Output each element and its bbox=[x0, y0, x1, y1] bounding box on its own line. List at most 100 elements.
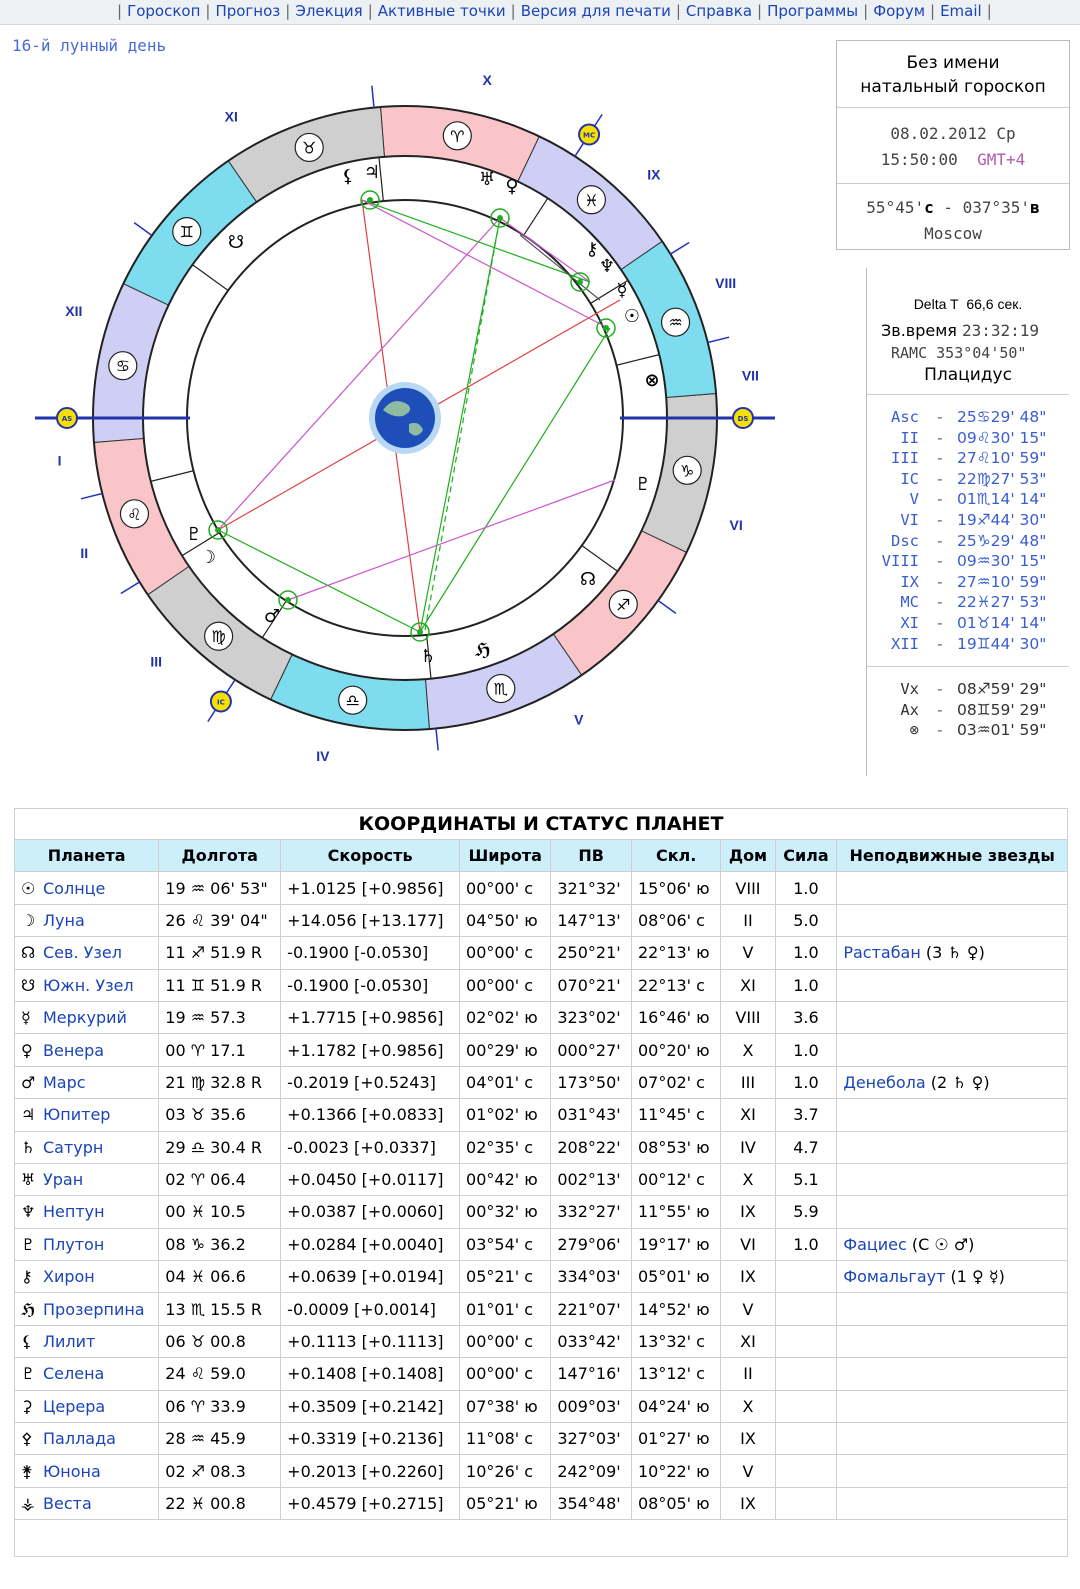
planet-symbol-icon: ♀ bbox=[21, 1040, 33, 1060]
point-name: Vx bbox=[900, 680, 919, 698]
planet-name-link[interactable]: Лилит bbox=[43, 1332, 95, 1351]
asc-marker-text: AS bbox=[62, 415, 72, 423]
point-value: 03♒01' 59" bbox=[957, 721, 1047, 740]
planet-name-link[interactable]: Меркурий bbox=[43, 1008, 127, 1027]
planet-glyph-icon: ♂ bbox=[264, 606, 280, 627]
house-number-label: VI bbox=[730, 517, 743, 533]
ic-marker-text: IC bbox=[217, 698, 225, 706]
house-value: 01♏14' 14" bbox=[957, 490, 1047, 509]
top-navigation: | Гороскоп | Прогноз | Элекция | Активные точки… bbox=[0, 0, 1080, 25]
planet-dot bbox=[577, 279, 583, 285]
fixed-star-link[interactable]: Растабан bbox=[843, 943, 926, 962]
cell-power bbox=[774, 1486, 838, 1521]
nav-link-7[interactable]: Форум bbox=[873, 2, 925, 20]
planet-name-link[interactable]: Церера bbox=[43, 1397, 105, 1416]
table-header-row: Планета Долгота Скорость Широта ПВ Скл. Дом Сил… bbox=[13, 838, 1068, 873]
planet-dot bbox=[367, 197, 373, 203]
cell-house: IX bbox=[720, 1486, 776, 1521]
cell-fixed-star bbox=[836, 1098, 1068, 1132]
cell-pv: 250°21' bbox=[550, 936, 632, 970]
planet-name-link[interactable]: Паллада bbox=[43, 1429, 116, 1448]
cell-speed: -0.1900 [-0.0530] bbox=[280, 968, 461, 1002]
cell-pv: 279°06' bbox=[550, 1227, 632, 1262]
nav-link-4[interactable]: Версия для печати bbox=[521, 2, 671, 20]
sidereal-time: Зв.время 23:32:19 bbox=[881, 321, 1040, 340]
cell-lat: 05°21' ю bbox=[459, 1486, 552, 1521]
table-row: ♂ Марс 21 ♍ 32.8 R -0.2019 [+0.5243] 04°01' … bbox=[13, 1065, 1068, 1100]
house-value: 25♑29' 48" bbox=[957, 531, 1047, 550]
house-cusp-tick bbox=[657, 599, 677, 614]
cell-pv: 242°09' bbox=[550, 1454, 632, 1488]
planet-name-link[interactable]: Селена bbox=[43, 1364, 104, 1383]
planet-name-link[interactable]: Веста bbox=[43, 1494, 92, 1513]
planet-name-link[interactable]: Южн. Узел bbox=[43, 976, 134, 995]
cell-lon: 03 ♉ 35.6 bbox=[158, 1098, 282, 1132]
planet-name-link[interactable]: Сатурн bbox=[43, 1138, 103, 1157]
planet-glyph-icon: ♃ bbox=[364, 162, 380, 183]
cell-speed: +0.0284 [+0.0040] bbox=[280, 1227, 461, 1262]
cell-house: VIII bbox=[720, 871, 776, 905]
house-value: 27♌10' 59" bbox=[957, 449, 1047, 468]
cell-lon: 11 ♊ 51.9 R bbox=[158, 968, 282, 1002]
house-row: VIII -09♒30' 15" bbox=[881, 552, 1047, 571]
planet-glyph-icon: ♅ bbox=[479, 169, 495, 190]
planet-symbol-icon: ℌ bbox=[21, 1299, 36, 1319]
house-name: Asc bbox=[891, 408, 919, 426]
cell-lon: 04 ♓ 06.6 bbox=[158, 1260, 282, 1294]
nav-link-2[interactable]: Элекция bbox=[295, 2, 362, 20]
cell-pv: 208°22' bbox=[550, 1130, 632, 1164]
planet-name-link[interactable]: Венера bbox=[43, 1041, 104, 1060]
house-value: 01♉14' 14" bbox=[957, 613, 1047, 632]
cell-decl: 22°13' с bbox=[630, 968, 722, 1002]
chart-gmt: GMT+4 bbox=[977, 150, 1026, 169]
col-header-2: Скорость bbox=[280, 838, 461, 873]
nav-link-0[interactable]: Гороскоп bbox=[127, 2, 200, 20]
planet-name-link[interactable]: Сев. Узел bbox=[43, 943, 122, 962]
fixed-star-link[interactable]: Фомальгаут bbox=[843, 1267, 950, 1286]
cell-decl: 08°53' ю bbox=[630, 1130, 722, 1164]
house-row: V -01♏14' 14" bbox=[909, 490, 1047, 509]
house-cusp-tick bbox=[435, 728, 439, 751]
cell-pv: 327°03' bbox=[550, 1422, 632, 1456]
cell-decl: 13°32' с bbox=[630, 1324, 722, 1359]
planet-name-link[interactable]: Юнона bbox=[43, 1462, 101, 1481]
cell-power bbox=[774, 1357, 838, 1391]
zodiac-sign-glyph: ♊ bbox=[180, 223, 194, 242]
table-row: ♃ Юпитер 03 ♉ 35.6 +0.1366 [+0.0833] 01°02' … bbox=[13, 1098, 1068, 1132]
cell-power: 3.7 bbox=[774, 1098, 838, 1132]
cell-power: 5.0 bbox=[774, 903, 838, 938]
house-name: IX bbox=[900, 572, 919, 591]
cell-speed: +0.1366 [+0.0833] bbox=[280, 1098, 461, 1132]
planet-name-link[interactable]: Уран bbox=[43, 1170, 83, 1189]
nav-link-6[interactable]: Программы bbox=[767, 2, 858, 20]
nav-link-5[interactable]: Справка bbox=[686, 2, 752, 20]
planet-name-link[interactable]: Луна bbox=[43, 911, 85, 930]
cell-decl: 10°22' ю bbox=[630, 1454, 722, 1488]
fixed-star-link[interactable]: Фациес bbox=[843, 1235, 912, 1254]
cell-lat: 00°00' с bbox=[459, 1357, 552, 1391]
planet-name-link[interactable]: Хирон bbox=[43, 1267, 95, 1286]
planet-glyph-icon: ♇ bbox=[186, 524, 202, 545]
planet-name-link[interactable]: Прозерпина bbox=[43, 1300, 145, 1319]
house-number-label: III bbox=[150, 653, 162, 669]
nav-link-1[interactable]: Прогноз bbox=[215, 2, 280, 20]
house-system: Плацидус bbox=[924, 365, 1012, 385]
cell-lon: 06 ♉ 00.8 bbox=[158, 1324, 282, 1359]
house-number-label: VII bbox=[742, 368, 759, 384]
cell-lon: 00 ♓ 10.5 bbox=[158, 1195, 282, 1229]
nav-link-3[interactable]: Активные точки bbox=[378, 2, 506, 20]
cell-speed: +0.1408 [+0.1408] bbox=[280, 1357, 461, 1391]
cell-lon: 28 ♒ 45.9 bbox=[158, 1422, 282, 1456]
planet-name-link[interactable]: Нептун bbox=[43, 1202, 105, 1221]
table-row: ♄ Сатурн 29 ♎ 30.4 R -0.0023 [+0.0337] 02°35… bbox=[13, 1130, 1068, 1164]
planet-name-link[interactable]: Солнце bbox=[43, 879, 105, 898]
house-row: IC -22♍27' 53" bbox=[900, 469, 1047, 488]
planet-glyph-icon: ℌ bbox=[475, 640, 491, 661]
planet-name-link[interactable]: Плутон bbox=[43, 1235, 104, 1254]
cell-decl: 11°55' ю bbox=[630, 1195, 722, 1229]
nav-link-8[interactable]: Email bbox=[940, 2, 982, 20]
planet-name-link[interactable]: Марс bbox=[43, 1073, 86, 1092]
planet-name-link[interactable]: Юпитер bbox=[43, 1105, 110, 1124]
earth-icon bbox=[375, 388, 435, 448]
fixed-star-link[interactable]: Денебола bbox=[843, 1073, 930, 1092]
